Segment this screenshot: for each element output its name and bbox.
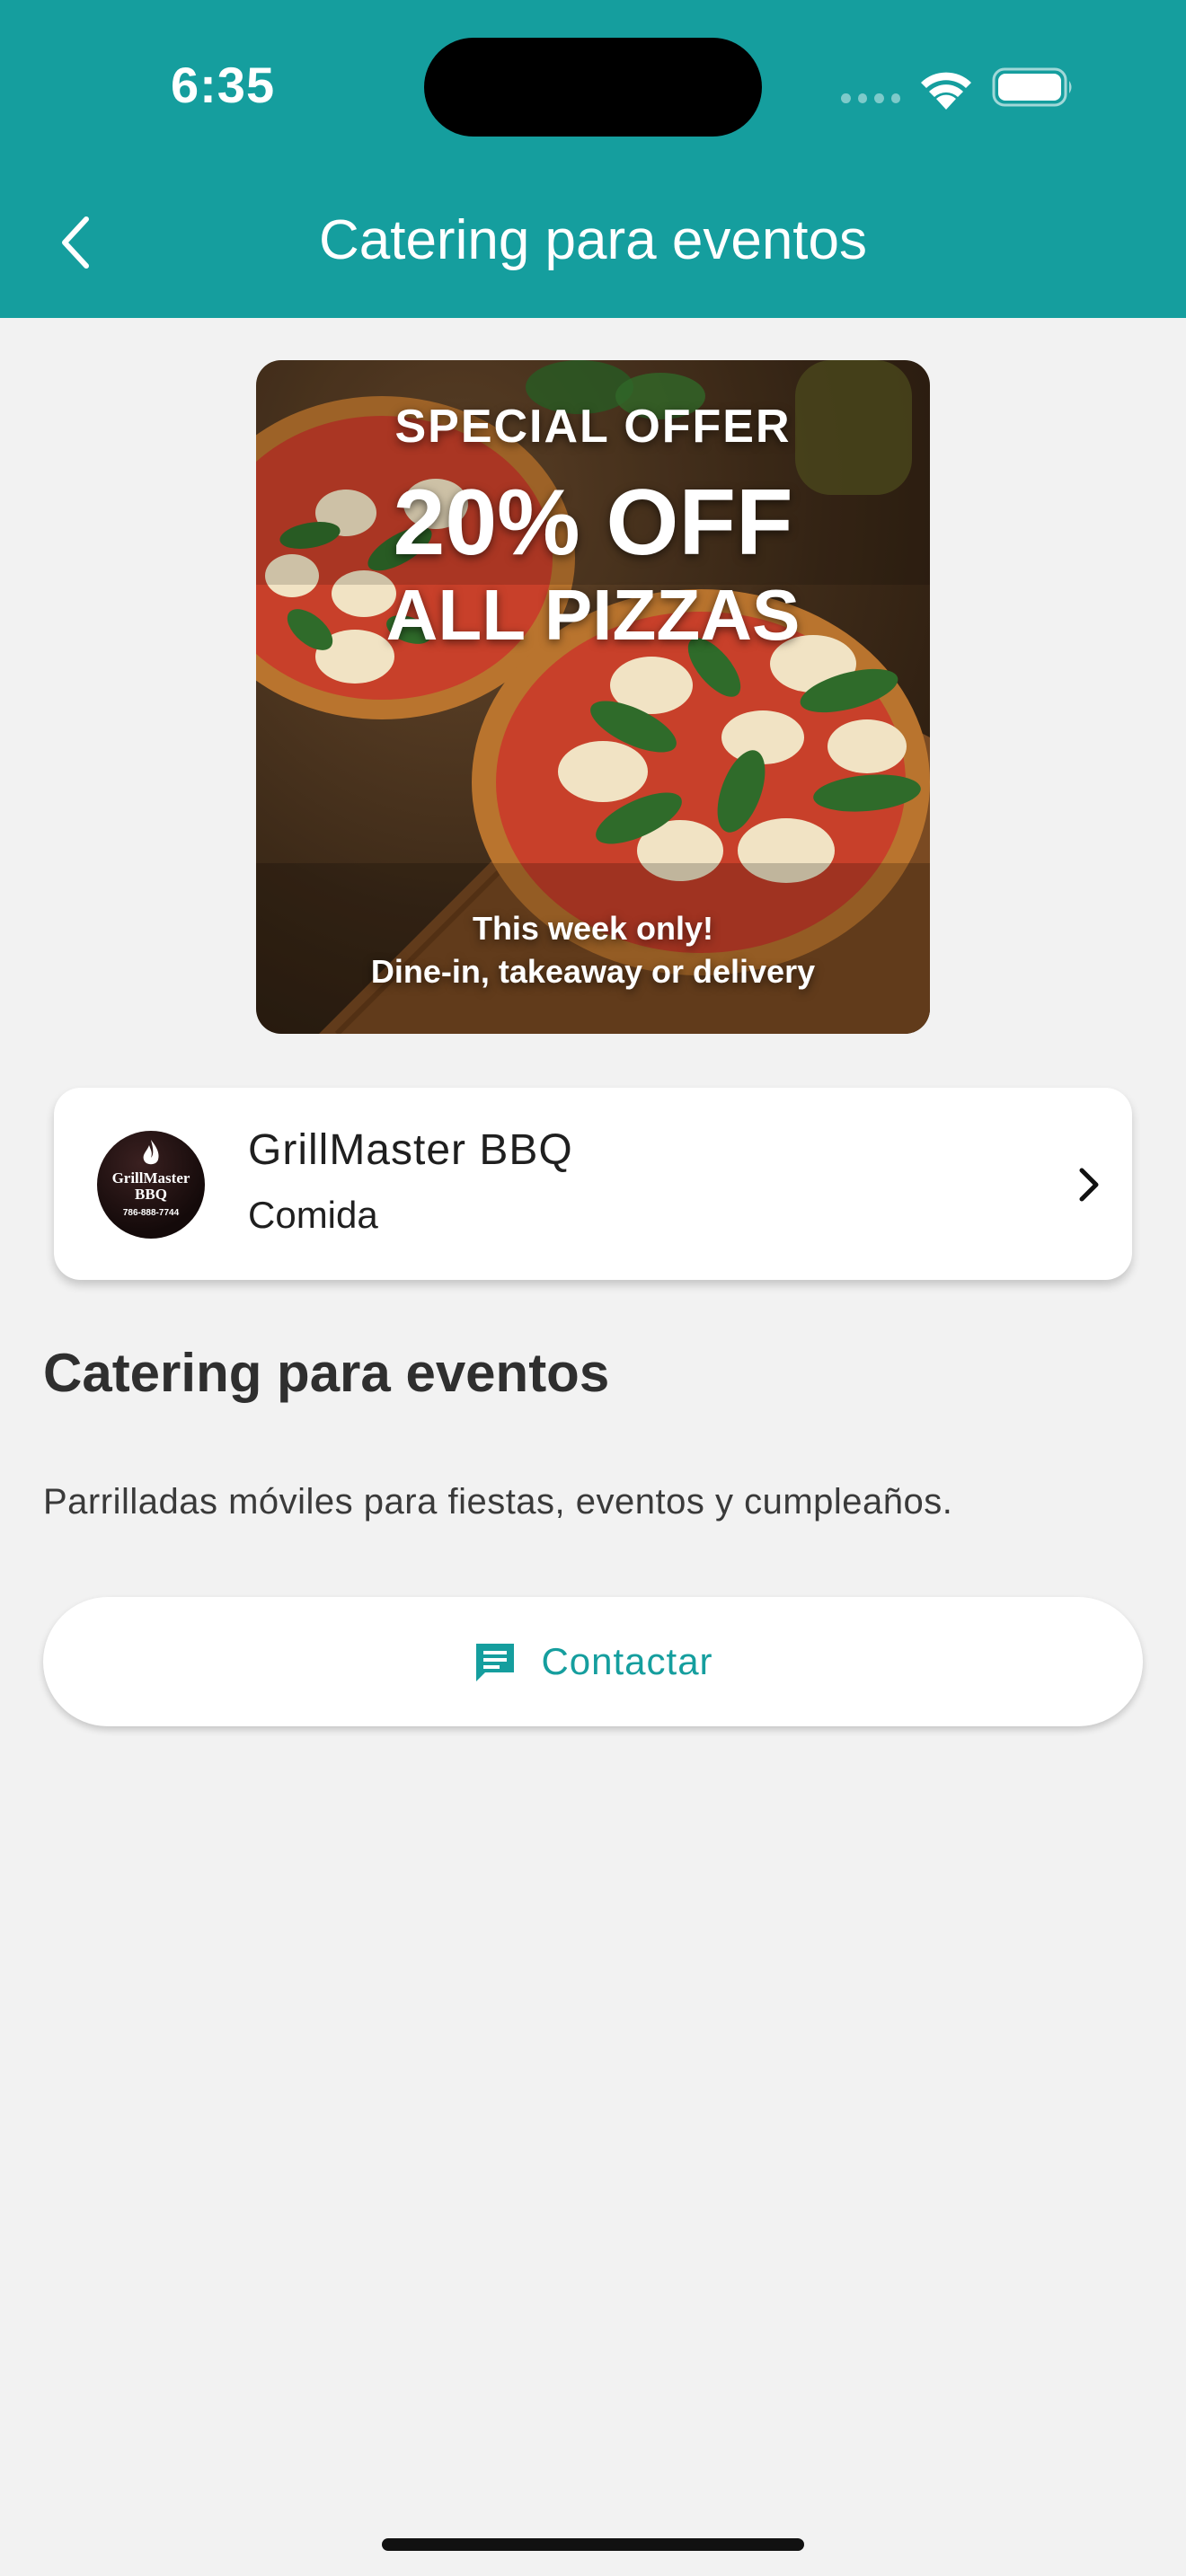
app-bar: 6:35 Catering para eventos <box>0 0 1186 318</box>
promo-kicker: SPECIAL OFFER <box>394 401 792 453</box>
vendor-name: GrillMaster BBQ <box>248 1126 573 1174</box>
message-icon <box>476 1644 515 1681</box>
logo-text-line2: BBQ <box>135 1186 167 1203</box>
promo-note-line1: This week only! <box>472 910 714 947</box>
vendor-card[interactable]: GrillMaster BBQ 786-888-7744 GrillMaster… <box>54 1088 1132 1280</box>
page-title: Catering para eventos <box>318 209 868 271</box>
dynamic-island <box>424 38 762 137</box>
contact-button-label: Contactar <box>541 1640 713 1682</box>
flame-icon <box>143 1140 159 1165</box>
promo-image: SPECIAL OFFER 20% OFF ALL PIZZAS This we… <box>256 360 930 1034</box>
contact-button[interactable]: Contactar <box>43 1597 1143 1726</box>
status-time: 6:35 <box>171 57 276 113</box>
promo-note-line2: Dine-in, takeaway or delivery <box>370 953 816 990</box>
promo-subheadline: ALL PIZZAS <box>385 575 801 655</box>
promo-headline: 20% OFF <box>393 471 793 575</box>
logo-phone: 786-888-7744 <box>122 1208 180 1218</box>
service-description: Parrilladas móviles para fiestas, evento… <box>43 1482 953 1522</box>
vendor-category: Comida <box>248 1194 378 1236</box>
chevron-right-icon <box>1079 1168 1099 1202</box>
home-indicator[interactable] <box>382 2538 804 2551</box>
vendor-logo: GrillMaster BBQ 786-888-7744 <box>97 1131 205 1239</box>
back-arrow-icon <box>62 216 89 269</box>
service-title: Catering para eventos <box>43 1343 610 1403</box>
cellular-signal-icon <box>841 93 900 106</box>
logo-text-line1: GrillMaster <box>111 1169 190 1187</box>
back-button[interactable] <box>47 208 104 277</box>
wifi-icon <box>921 72 971 110</box>
battery-icon <box>992 67 1072 107</box>
